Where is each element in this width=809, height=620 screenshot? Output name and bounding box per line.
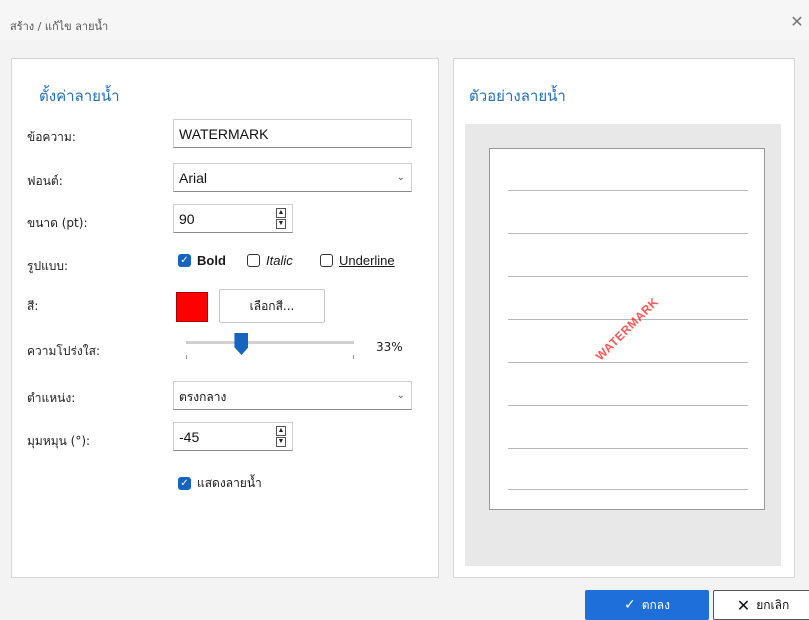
page-line <box>508 233 748 234</box>
checkbox-empty <box>247 254 260 267</box>
style-label: รูปแบบ: <box>27 259 69 273</box>
check-icon: ✓ <box>178 477 191 490</box>
page-line <box>508 362 748 363</box>
size-spinner[interactable]: ▲ ▼ <box>276 208 288 230</box>
underline-checkbox[interactable]: Underline <box>320 253 395 268</box>
spin-up-icon[interactable]: ▲ <box>276 426 286 436</box>
rotation-stepper[interactable]: -45 ▲ ▼ <box>173 422 293 451</box>
rotation-value: -45 <box>179 429 200 445</box>
font-label: ฟอนต์: <box>27 174 63 188</box>
close-icon[interactable]: ✕ <box>785 10 809 34</box>
rotation-label: มุมหมุน (°): <box>27 434 91 448</box>
spin-down-icon[interactable]: ▼ <box>276 437 286 447</box>
font-select-value: Arial <box>179 170 208 186</box>
cancel-button[interactable]: ✕ ยกเลิก <box>713 590 809 620</box>
transparency-label: ความโปร่งใส: <box>27 344 101 358</box>
watermark-text-input[interactable]: WATERMARK <box>173 119 412 148</box>
slider-tick <box>353 355 354 359</box>
preview-heading: ตัวอย่างลายน้ำ <box>469 87 566 105</box>
underline-label: Underline <box>339 253 395 268</box>
preview-page: WATERMARK <box>489 148 765 510</box>
rotation-spinner[interactable]: ▲ ▼ <box>276 426 288 448</box>
spin-up-icon[interactable]: ▲ <box>276 208 286 218</box>
page-line <box>508 448 748 449</box>
page-line <box>508 276 748 277</box>
page-line <box>508 489 748 490</box>
color-swatch[interactable] <box>176 292 208 322</box>
spin-down-icon[interactable]: ▼ <box>276 219 286 229</box>
check-icon: ✓ <box>623 597 636 613</box>
color-label: สี: <box>27 299 39 313</box>
chevron-down-icon: ⌄ <box>396 172 405 183</box>
page-line <box>508 405 748 406</box>
title-bar: สร้าง / แก้ไข ลายน้ำ ✕ <box>0 0 809 40</box>
ok-button[interactable]: ✓ ตกลง <box>585 590 709 620</box>
chevron-down-icon: ⌄ <box>396 390 405 401</box>
font-select[interactable]: Arial ⌄ <box>173 163 412 192</box>
transparency-slider-track[interactable] <box>186 341 354 344</box>
show-watermark-label: แสดงลายน้ำ <box>197 476 262 490</box>
italic-checkbox[interactable]: Italic <box>247 253 293 268</box>
bold-checkbox[interactable]: ✓ Bold <box>178 253 226 268</box>
checkbox-empty <box>320 254 333 267</box>
show-watermark-checkbox[interactable]: ✓ แสดงลายน้ำ <box>178 474 262 493</box>
watermark-preview-text: WATERMARK <box>592 294 662 364</box>
page-line <box>508 190 748 191</box>
settings-heading: ตั้งค่าลายน้ำ <box>39 87 120 105</box>
position-select-value: ตรงกลาง <box>179 390 227 404</box>
window-title: สร้าง / แก้ไข ลายน้ำ <box>10 20 109 33</box>
italic-label: Italic <box>266 253 293 268</box>
bold-label: Bold <box>197 253 226 268</box>
check-icon: ✓ <box>178 254 191 267</box>
text-label: ข้อความ: <box>27 130 76 144</box>
position-select[interactable]: ตรงกลาง ⌄ <box>173 381 412 410</box>
transparency-value: 33% <box>376 340 403 354</box>
size-label: ขนาด (pt): <box>27 216 88 230</box>
size-stepper[interactable]: 90 ▲ ▼ <box>173 204 293 233</box>
slider-tick <box>186 355 187 359</box>
size-value: 90 <box>179 211 195 227</box>
choose-color-button[interactable]: เลือกสี... <box>219 289 325 323</box>
position-label: ตำแหน่ง: <box>27 391 76 405</box>
